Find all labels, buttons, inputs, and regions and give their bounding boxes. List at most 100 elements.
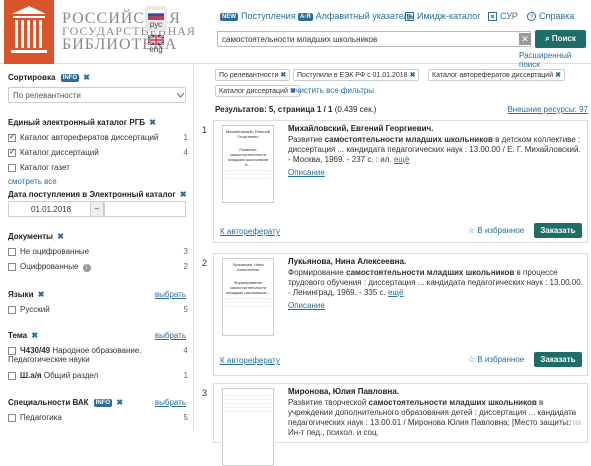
result-card: 3 Миронова, Юлия Павловна. Развитие твор…: [202, 383, 588, 466]
see-all-link[interactable]: смотреть все: [8, 177, 188, 186]
clear-all-filters-link[interactable]: очистить все фильтры: [291, 86, 374, 95]
nav-alphabet-link[interactable]: А-Я Алфавитный указатель: [298, 11, 413, 21]
ek-item[interactable]: Каталог газет: [8, 163, 188, 172]
remove-chip-icon[interactable]: ✖: [410, 72, 416, 79]
checkbox[interactable]: [8, 371, 16, 380]
result-number: 3: [202, 388, 208, 398]
favorite-label: В избранное: [477, 355, 525, 364]
order-button[interactable]: Заказать: [534, 223, 582, 238]
date-clear-icon[interactable]: ✖: [180, 190, 187, 199]
checkbox[interactable]: [8, 305, 16, 314]
vak-title: Специальности ВАК INFO ✖ выбрать: [8, 398, 186, 407]
lang-clear-icon[interactable]: ✖: [38, 290, 45, 299]
lang-ru-button[interactable]: рус: [145, 6, 167, 31]
more-link[interactable]: ещё: [388, 288, 403, 297]
results-time: (0.439 сек.): [334, 105, 377, 114]
checkbox[interactable]: [8, 163, 16, 172]
nav-image-catalog-label: Имидж-каталог: [417, 11, 481, 21]
nav-sur-label: СУР: [500, 11, 518, 21]
checkbox[interactable]: [8, 132, 16, 142]
checkbox[interactable]: [8, 247, 16, 256]
nav-arrivals-link[interactable]: NEW Поступления: [220, 11, 296, 21]
results-count: Результатов: 5, страница 1 / 1: [215, 105, 333, 114]
vak-item-count: 5: [183, 413, 188, 422]
vak-choose-link[interactable]: выбрать: [155, 398, 186, 407]
external-resources-link[interactable]: Внешние ресурсы: 97: [507, 105, 588, 114]
ek-clear-icon[interactable]: ✖: [149, 118, 156, 127]
search-input[interactable]: самостоятельности младших школьников: [217, 31, 531, 47]
remove-chip-icon[interactable]: ✖: [555, 72, 561, 79]
ek-item[interactable]: Каталог диссертаций 4: [8, 147, 188, 157]
document-thumbnail[interactable]: [222, 388, 274, 466]
ek-item[interactable]: Каталог авторефератов диссертаций 1: [8, 132, 188, 142]
date-to-input[interactable]: [104, 201, 186, 217]
sort-select[interactable]: По релевантности: [8, 87, 186, 103]
search-button[interactable]: ⌕ Поиск: [535, 30, 586, 48]
nav-image-catalog-link[interactable]: Имидж-каталог: [405, 11, 481, 22]
nav-help-label: Справка: [539, 11, 575, 21]
docs-item[interactable]: Оцифрованные i 2: [8, 262, 188, 272]
sort-info-badge[interactable]: INFO: [60, 73, 80, 82]
result-author: Лукьянова, Нина Алексеевна.: [288, 257, 407, 266]
nav-alphabet-label: Алфавитный указатель: [315, 11, 414, 21]
document-thumbnail[interactable]: Михайловский, Евгений Георгиевич Развити…: [222, 125, 274, 203]
docs-clear-icon[interactable]: ✖: [57, 232, 64, 241]
star-icon: ☆: [468, 355, 476, 364]
sort-clear-icon[interactable]: ✖: [83, 73, 90, 82]
topic-clear-icon[interactable]: ✖: [31, 331, 38, 340]
highlight: самостоятельности младших школьников: [368, 398, 537, 407]
nav-sur-link[interactable]: СУР: [488, 11, 518, 22]
lang-en-button[interactable]: eng: [145, 35, 167, 54]
nav-help-link[interactable]: ? Справка: [527, 11, 575, 22]
filter-chip[interactable]: Каталог диссертаций ✖: [215, 85, 300, 97]
filter-chip[interactable]: По релевантности ✖: [215, 69, 291, 81]
order-button[interactable]: Заказать: [534, 352, 582, 367]
rgb-logo-emblem[interactable]: [4, 0, 54, 64]
checkbox[interactable]: [8, 413, 16, 422]
docs-title: Документы ✖: [8, 232, 64, 241]
vak-item[interactable]: Педагогика 5: [8, 413, 188, 422]
vak-item-label: Педагогика: [20, 413, 62, 422]
vak-clear-icon[interactable]: ✖: [116, 398, 123, 407]
favorite-label: В избранное: [477, 226, 525, 235]
document-thumbnail[interactable]: Лукьянова, Нина Алексеевна Формирование …: [222, 258, 274, 336]
favorite-button[interactable]: ☆ В избранное: [468, 226, 524, 235]
vak-info-badge[interactable]: INFO: [93, 398, 113, 407]
info-circle-icon[interactable]: i: [82, 264, 91, 272]
filter-chip[interactable]: Каталог авторефератов диссертаций ✖: [428, 69, 565, 81]
topic-item-count: 1: [183, 371, 188, 380]
filter-chip-label: Каталог диссертаций: [219, 88, 288, 95]
thumb-author: Михайловский, Евгений Георгиевич: [225, 129, 271, 139]
language-switcher: рус eng: [145, 6, 167, 54]
date-from-input[interactable]: 01.01.2018: [8, 201, 92, 217]
library-name[interactable]: РОССИЙСКАЯ ГОСУДАРСТВЕННАЯ БИБЛИОТЕКА: [62, 11, 196, 53]
description-link[interactable]: Описание: [288, 168, 325, 177]
result-card: 2 Лукьянова, Нина Алексеевна Формировани…: [202, 253, 588, 376]
highlight: самостоятельности младших школьников: [346, 268, 515, 277]
topic-choose-link[interactable]: выбрать: [155, 331, 186, 340]
checkbox[interactable]: [8, 262, 16, 271]
checkbox[interactable]: [8, 147, 16, 157]
topic-item[interactable]: Ч430/49 Народное образование. Педагогиче…: [8, 346, 188, 364]
lang-item[interactable]: Русский 5: [8, 305, 188, 314]
more-link[interactable]: ещё: [394, 155, 409, 164]
checkbox[interactable]: [8, 346, 16, 355]
topic-item-count: 4: [183, 346, 188, 355]
nav-arrivals-label: Поступления: [241, 11, 296, 21]
filter-chip[interactable]: Поступили в ЕЭК РФ с 01.01.2018 ✖: [293, 69, 420, 81]
lang-choose-link[interactable]: выбрать: [155, 290, 186, 299]
result-card: 1 Михайловский, Евгений Георгиевич Разви…: [202, 120, 588, 243]
result-description: Формирование самостоятельности младших ш…: [288, 268, 583, 297]
ek-item-count: 1: [183, 133, 188, 142]
abstract-link[interactable]: К автореферату: [220, 356, 280, 365]
abstract-link[interactable]: К автореферату: [220, 227, 280, 236]
result-number: 2: [202, 258, 208, 268]
description-link[interactable]: Описание: [288, 301, 325, 310]
filter-chip-label: По релевантности: [219, 72, 279, 79]
image-catalog-icon: [405, 12, 414, 22]
docs-item[interactable]: Не оцифрованные 3: [8, 247, 188, 256]
remove-chip-icon[interactable]: ✖: [280, 72, 286, 79]
clear-search-icon[interactable]: ✕: [519, 33, 531, 45]
favorite-button[interactable]: ☆ В избранное: [468, 355, 524, 364]
topic-item[interactable]: Ш.а/я Общий раздел 1: [8, 371, 188, 380]
